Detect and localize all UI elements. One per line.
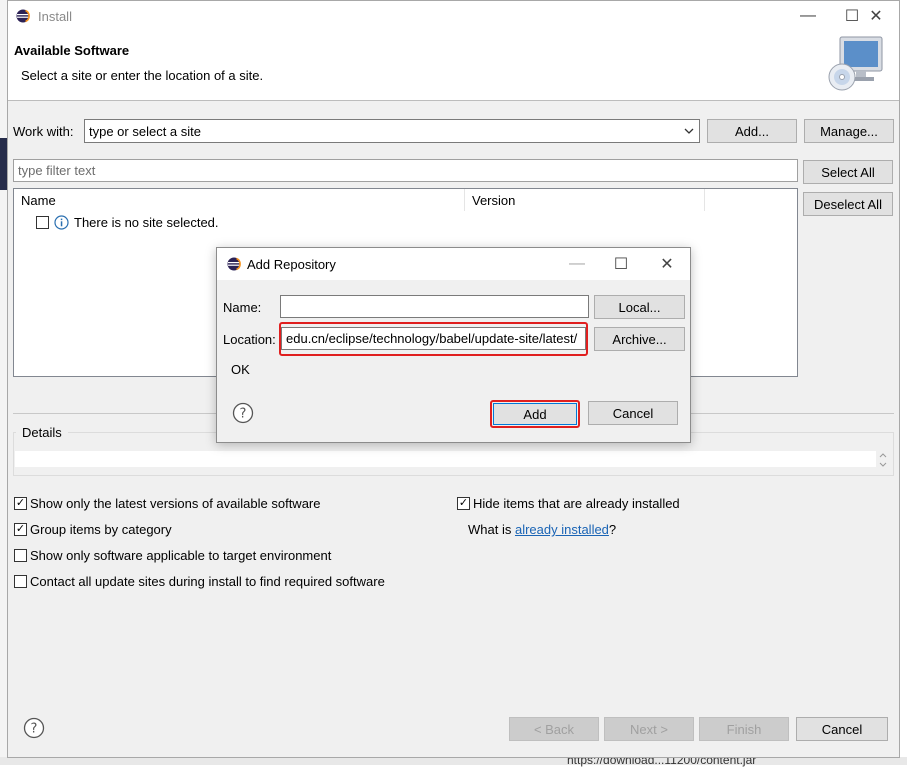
dialog-minimize-button[interactable]: — xyxy=(555,249,599,279)
select-all-button[interactable]: Select All xyxy=(803,160,893,184)
next-button[interactable]: Next > xyxy=(604,717,694,741)
dialog-maximize-button[interactable]: ☐ xyxy=(599,249,643,279)
already-installed-link[interactable]: already installed xyxy=(515,522,609,537)
option-label: Show only the latest versions of availab… xyxy=(30,496,321,511)
dialog-titlebar: Add Repository — ☐ ✕ xyxy=(217,248,690,280)
option-hide-installed[interactable]: ✓ Hide items that are already installed xyxy=(457,496,680,511)
minimize-button[interactable]: — xyxy=(786,1,830,31)
option-group-by-category[interactable]: ✓ Group items by category xyxy=(14,522,172,537)
dialog-title: Add Repository xyxy=(247,257,336,272)
minimize-icon: — xyxy=(800,7,816,24)
svg-text:?: ? xyxy=(240,407,247,422)
dialog-status-text: OK xyxy=(231,362,250,377)
filter-placeholder: type filter text xyxy=(18,163,96,178)
eclipse-icon xyxy=(16,9,30,23)
install-computer-icon xyxy=(828,36,883,91)
what-is-prefix: What is xyxy=(468,522,515,537)
location-label: Location: xyxy=(223,332,276,347)
option-label: Contact all update sites during install … xyxy=(30,574,385,589)
option-label: Show only software applicable to target … xyxy=(30,548,332,563)
page-title: Available Software xyxy=(14,43,130,58)
background-status-bar: https://download...11200/content.jar xyxy=(0,753,907,767)
column-header-name[interactable]: Name xyxy=(14,189,465,211)
add-repository-dialog: Add Repository — ☐ ✕ Name: Local... Loca… xyxy=(216,247,691,443)
close-button[interactable]: ✕ xyxy=(854,1,898,31)
back-button[interactable]: < Back xyxy=(509,717,599,741)
svg-text:?: ? xyxy=(31,722,38,737)
option-label: Hide items that are already installed xyxy=(473,496,680,511)
details-label: Details xyxy=(16,425,68,440)
what-is-installed-text: What is already installed? xyxy=(468,522,616,537)
wizard-banner: Available Software Select a site or ente… xyxy=(8,31,899,101)
work-with-combo-text: type or select a site xyxy=(89,123,201,139)
help-icon[interactable]: ? xyxy=(232,402,254,424)
help-icon[interactable]: ? xyxy=(23,717,45,739)
maximize-icon: ☐ xyxy=(613,256,629,273)
deselect-all-button[interactable]: Deselect All xyxy=(803,192,893,216)
name-label: Name: xyxy=(223,300,262,315)
work-with-combo[interactable]: type or select a site xyxy=(84,119,700,143)
manage-sites-button[interactable]: Manage... xyxy=(804,119,894,143)
hide-installed-checkbox[interactable]: ✓ xyxy=(457,497,470,510)
option-target-environment[interactable]: Show only software applicable to target … xyxy=(14,548,331,563)
finish-button[interactable]: Finish xyxy=(699,717,789,741)
close-icon: ✕ xyxy=(869,8,883,25)
option-label: Group items by category xyxy=(30,522,172,537)
location-input[interactable]: edu.cn/eclipse/technology/babel/update-s… xyxy=(281,327,586,350)
minimize-icon: — xyxy=(569,255,585,272)
add-site-button[interactable]: Add... xyxy=(707,119,797,143)
row-checkbox[interactable] xyxy=(36,216,49,229)
archive-button[interactable]: Archive... xyxy=(594,327,685,351)
location-input-value: edu.cn/eclipse/technology/babel/update-s… xyxy=(286,331,578,346)
work-with-label: Work with: xyxy=(13,124,74,139)
close-icon: ✕ xyxy=(660,256,674,273)
info-icon xyxy=(54,215,69,230)
row-name: There is no site selected. xyxy=(74,215,219,230)
name-input[interactable] xyxy=(280,295,589,318)
page-description: Select a site or enter the location of a… xyxy=(21,68,264,83)
window-titlebar: Install — ☐ ✕ xyxy=(8,1,899,31)
dialog-cancel-button[interactable]: Cancel xyxy=(588,401,678,425)
window-title: Install xyxy=(38,9,72,24)
what-is-suffix: ? xyxy=(608,522,617,537)
column-header-version[interactable]: Version xyxy=(465,189,705,211)
group-by-category-checkbox[interactable]: ✓ xyxy=(14,523,27,536)
details-scroll-icon[interactable] xyxy=(877,451,889,469)
add-repository-button[interactable]: Add xyxy=(493,403,577,425)
option-contact-all-sites[interactable]: Contact all update sites during install … xyxy=(14,574,385,589)
contact-all-sites-checkbox[interactable] xyxy=(14,575,27,588)
dialog-close-button[interactable]: ✕ xyxy=(645,249,689,279)
table-row[interactable]: There is no site selected. xyxy=(36,215,219,230)
latest-versions-checkbox[interactable]: ✓ xyxy=(14,497,27,510)
target-environment-checkbox[interactable] xyxy=(14,549,27,562)
cancel-button[interactable]: Cancel xyxy=(796,717,888,741)
option-latest-versions[interactable]: ✓ Show only the latest versions of avail… xyxy=(14,496,321,511)
eclipse-icon xyxy=(227,257,241,271)
chevron-down-icon[interactable] xyxy=(684,128,694,135)
local-button[interactable]: Local... xyxy=(594,295,685,319)
details-text[interactable] xyxy=(15,451,876,467)
filter-input[interactable]: type filter text xyxy=(13,159,798,182)
